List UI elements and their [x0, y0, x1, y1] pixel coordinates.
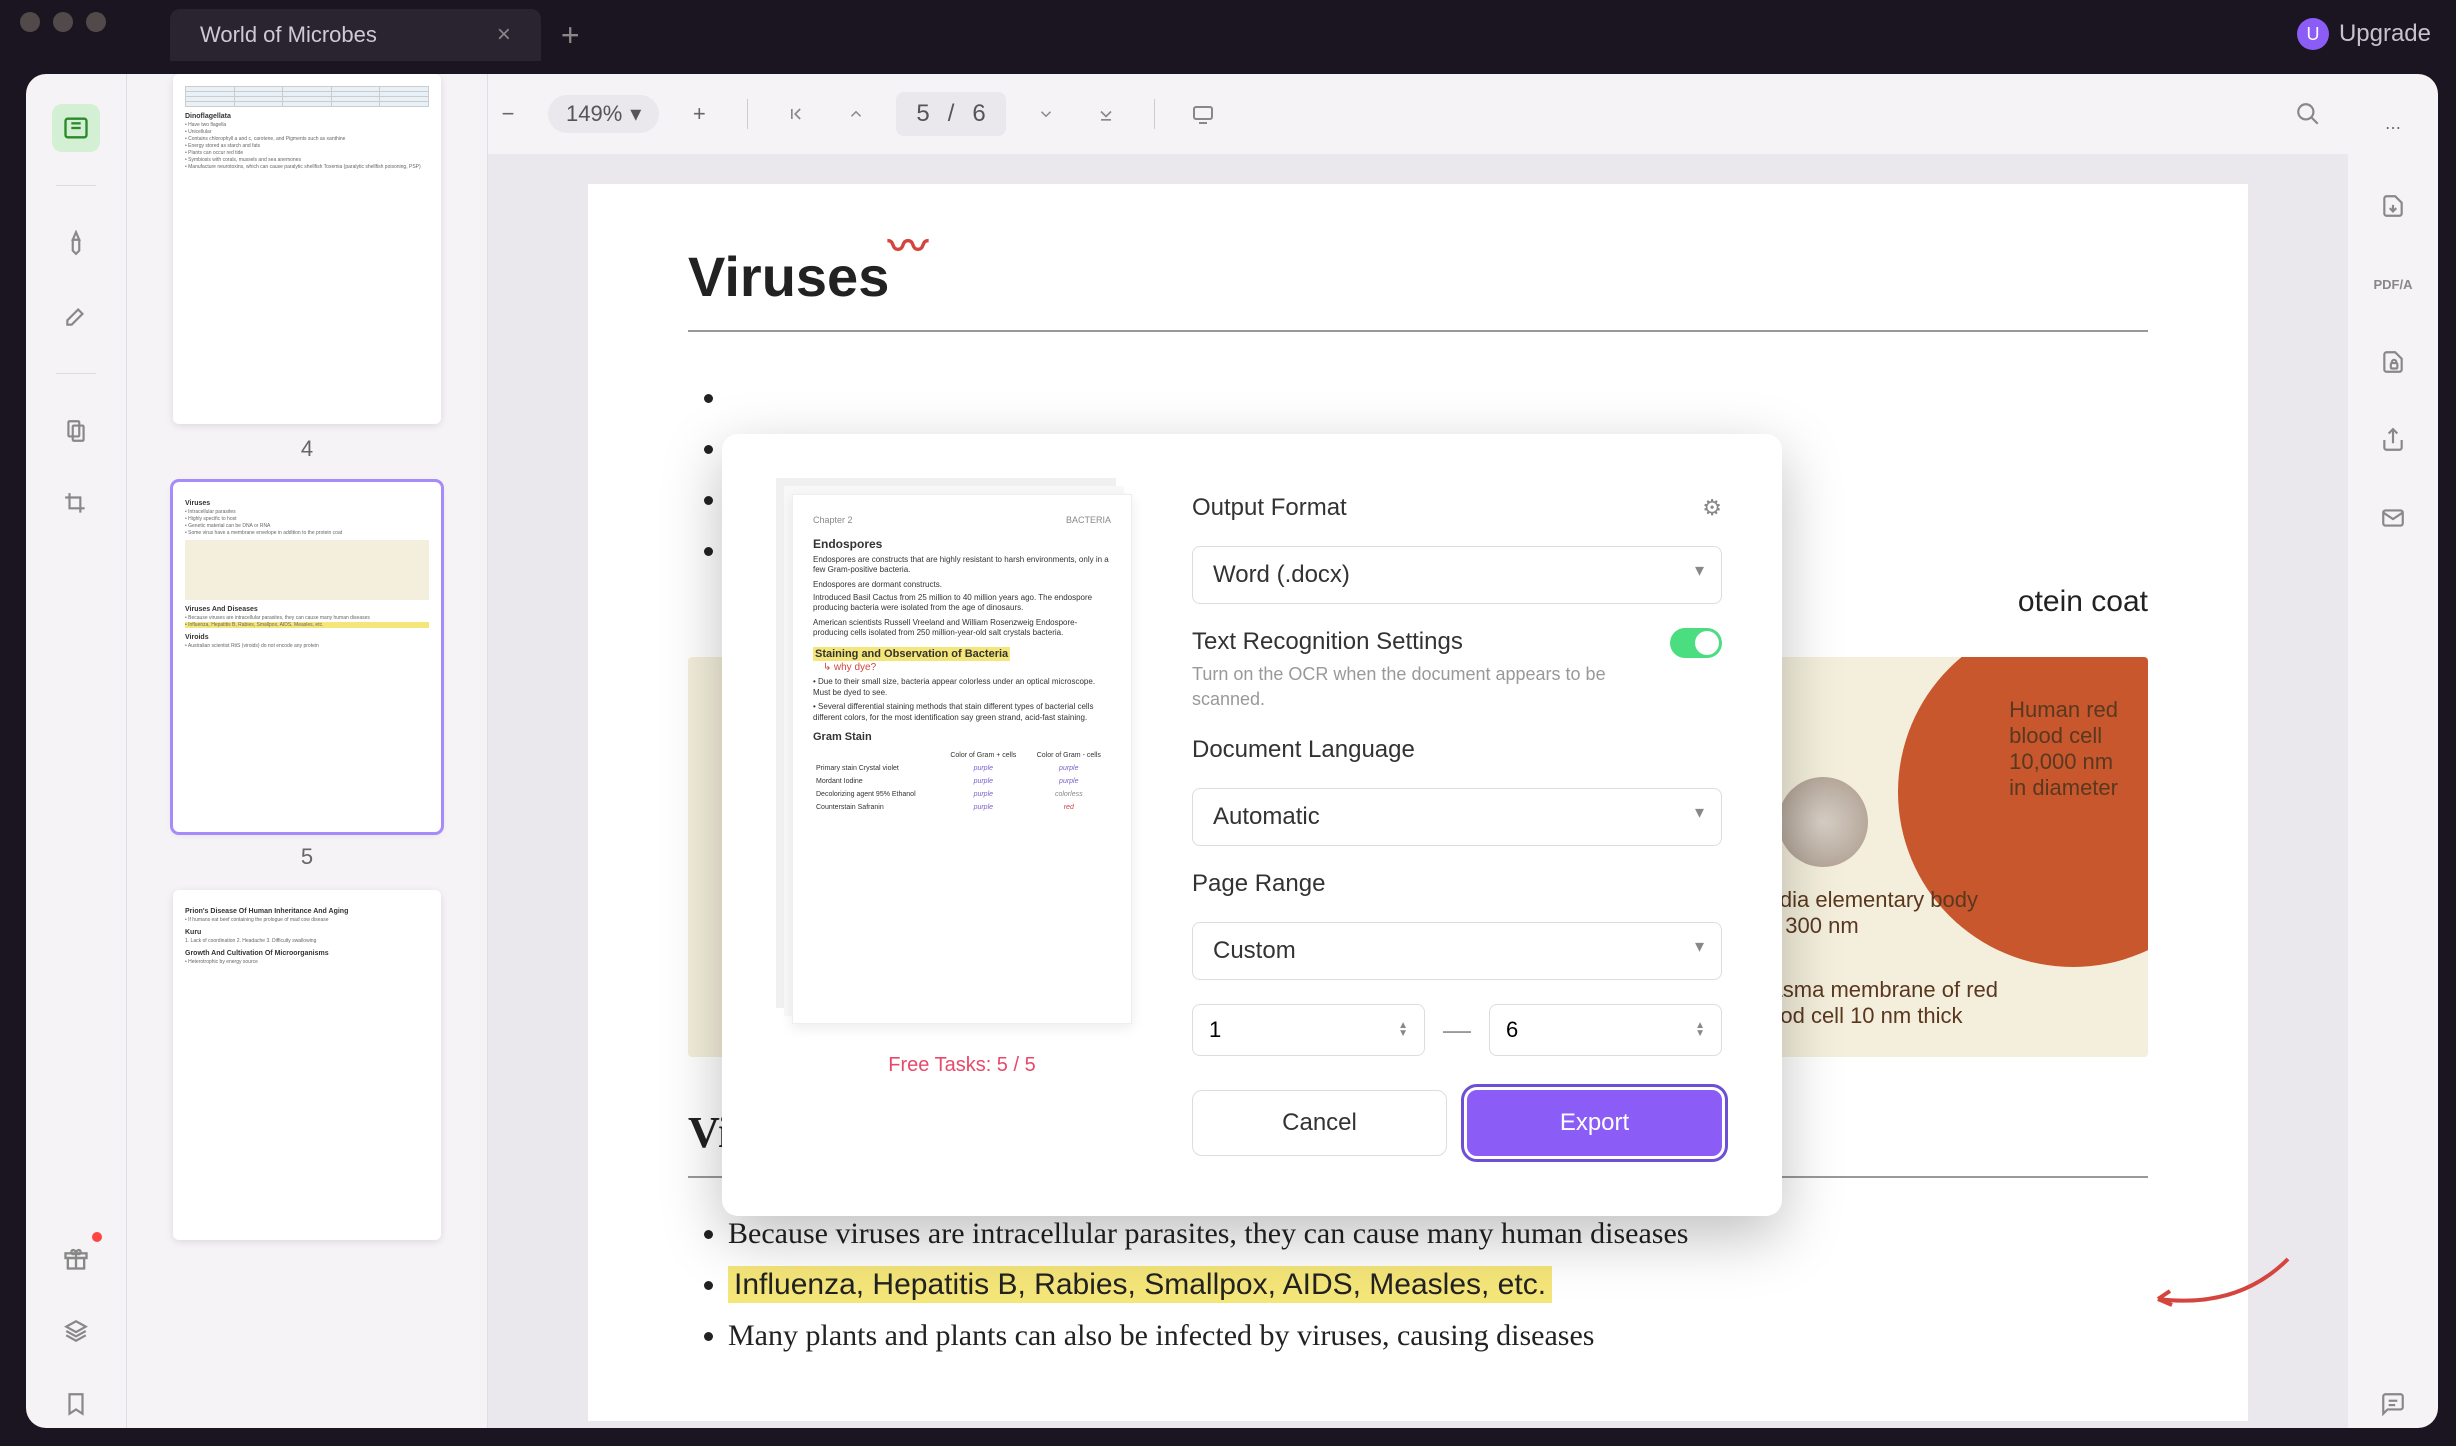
mail-button[interactable]: [2369, 494, 2417, 542]
share-button[interactable]: [2369, 416, 2417, 464]
export-file-button[interactable]: [2369, 182, 2417, 230]
thumbnail-page-number: 4: [301, 436, 313, 462]
thumbnail-preview: Viruses • Intracellular parasites • High…: [173, 482, 441, 832]
diagram-label: Plasma membrane of redblood cell 10 nm t…: [1751, 977, 1998, 1029]
upgrade-button[interactable]: U Upgrade: [2297, 18, 2431, 50]
list-item: [728, 372, 2148, 423]
total-pages: 6: [972, 100, 985, 128]
highlight-tool-button[interactable]: [52, 219, 100, 267]
current-page: 5: [916, 100, 929, 128]
last-page-button[interactable]: [1086, 94, 1126, 134]
heading-viruses: Viruses 〰: [688, 244, 2148, 332]
zoom-dropdown[interactable]: 149% ▾: [548, 95, 659, 133]
zoom-out-button[interactable]: −: [488, 94, 528, 134]
user-avatar: U: [2297, 18, 2329, 50]
search-button[interactable]: [2288, 94, 2328, 134]
maximize-window-button[interactable]: [86, 12, 106, 32]
chevron-down-icon: ▾: [630, 101, 641, 127]
range-dash: —: [1443, 1014, 1471, 1046]
thumbnail-item[interactable]: Dinoflagellata • Have two flagella • Uni…: [157, 74, 457, 462]
thumbnail-panel[interactable]: Dinoflagellata • Have two flagella • Uni…: [127, 74, 487, 1428]
divider: [56, 185, 96, 186]
copy-tool-button[interactable]: [52, 407, 100, 455]
left-toolbar: [26, 74, 126, 1428]
annotation-squiggle: 〰: [888, 214, 928, 272]
presentation-button[interactable]: [1183, 94, 1223, 134]
layers-button[interactable]: [52, 1307, 100, 1355]
document-toolbar: − 149% ▾ + 5 / 6: [488, 74, 2348, 154]
gift-button[interactable]: [52, 1234, 100, 1282]
divider: [1154, 99, 1155, 129]
gear-icon[interactable]: ⚙: [1702, 495, 1722, 521]
zoom-in-button[interactable]: +: [679, 94, 719, 134]
export-preview: Chapter 2BACTERIA Endospores Endospores …: [792, 494, 1132, 1024]
export-form: Output Format ⚙ Word (.docx) Text Recogn…: [1192, 494, 1722, 1156]
language-label: Document Language: [1192, 736, 1722, 764]
annotate-tool-button[interactable]: [52, 292, 100, 340]
divider: [747, 99, 748, 129]
comments-button[interactable]: [2369, 1380, 2417, 1428]
tab-title: World of Microbes: [200, 22, 377, 48]
bookmark-button[interactable]: [52, 1380, 100, 1428]
close-window-button[interactable]: [20, 12, 40, 32]
crop-tool-button[interactable]: [52, 480, 100, 528]
thumbnail-item[interactable]: Prion's Disease Of Human Inheritance And…: [157, 890, 457, 1252]
thumbnail-item[interactable]: Viruses • Intracellular parasites • High…: [157, 482, 457, 870]
page-separator: /: [948, 100, 955, 128]
highlighted-text: Influenza, Hepatitis B, Rabies, Smallpox…: [728, 1266, 1552, 1303]
thumbnail-page-number: 5: [301, 844, 313, 870]
close-tab-icon[interactable]: ×: [497, 21, 511, 49]
reader-mode-button[interactable]: [52, 104, 100, 152]
first-page-button[interactable]: [776, 94, 816, 134]
lock-file-button[interactable]: [2369, 338, 2417, 386]
main-window: Dinoflagellata • Have two flagella • Uni…: [26, 74, 2438, 1428]
list-item: Many plants and plants can also be infec…: [728, 1310, 2148, 1361]
tab-bar: World of Microbes × +: [170, 10, 580, 60]
upgrade-label: Upgrade: [2339, 20, 2431, 48]
thumbnail-preview: Dinoflagellata • Have two flagella • Uni…: [173, 74, 441, 424]
page-range-label: Page Range: [1192, 870, 1722, 898]
list-item: Influenza, Hepatitis B, Rabies, Smallpox…: [728, 1259, 2148, 1310]
ocr-label: Text Recognition Settings: [1192, 628, 1650, 656]
divider: [56, 373, 96, 374]
diagram-label: Human redblood cell10,000 nmin diameter: [2009, 697, 2118, 801]
next-page-button[interactable]: [1026, 94, 1066, 134]
ocr-hint: Turn on the OCR when the document appear…: [1192, 662, 1650, 712]
cancel-button[interactable]: Cancel: [1192, 1090, 1447, 1156]
minimize-window-button[interactable]: [53, 12, 73, 32]
zoom-value: 149%: [566, 101, 622, 127]
stepper-icon[interactable]: ▲▼: [1398, 1022, 1408, 1038]
more-icon[interactable]: ⋯: [2369, 104, 2417, 152]
thumbnail-preview: Prion's Disease Of Human Inheritance And…: [173, 890, 441, 1240]
page-range-select[interactable]: Custom: [1192, 922, 1722, 980]
range-to-input[interactable]: 6 ▲▼: [1489, 1004, 1722, 1056]
ocr-toggle[interactable]: [1670, 628, 1722, 658]
output-format-select[interactable]: Word (.docx): [1192, 546, 1722, 604]
prev-page-button[interactable]: [836, 94, 876, 134]
elementary-body-shape: [1778, 777, 1868, 867]
pdfa-button[interactable]: PDF/A: [2369, 260, 2417, 308]
right-toolbar: ⋯ PDF/A: [2348, 74, 2438, 1428]
new-tab-button[interactable]: +: [561, 17, 580, 54]
bullet-list: Because viruses are intracellular parasi…: [728, 1208, 2148, 1361]
annotation-arrow: [2138, 1249, 2298, 1319]
export-dialog: Chapter 2BACTERIA Endospores Endospores …: [722, 434, 1782, 1216]
page-indicator[interactable]: 5 / 6: [896, 92, 1005, 136]
export-preview-panel: Chapter 2BACTERIA Endospores Endospores …: [782, 494, 1142, 1156]
output-format-label: Output Format: [1192, 494, 1347, 522]
export-button[interactable]: Export: [1467, 1090, 1722, 1156]
document-tab[interactable]: World of Microbes ×: [170, 9, 541, 61]
range-from-input[interactable]: 1 ▲▼: [1192, 1004, 1425, 1056]
language-select[interactable]: Automatic: [1192, 788, 1722, 846]
stepper-icon[interactable]: ▲▼: [1695, 1022, 1705, 1038]
free-tasks-label: Free Tasks: 5 / 5: [888, 1054, 1035, 1077]
window-controls: [20, 12, 106, 32]
